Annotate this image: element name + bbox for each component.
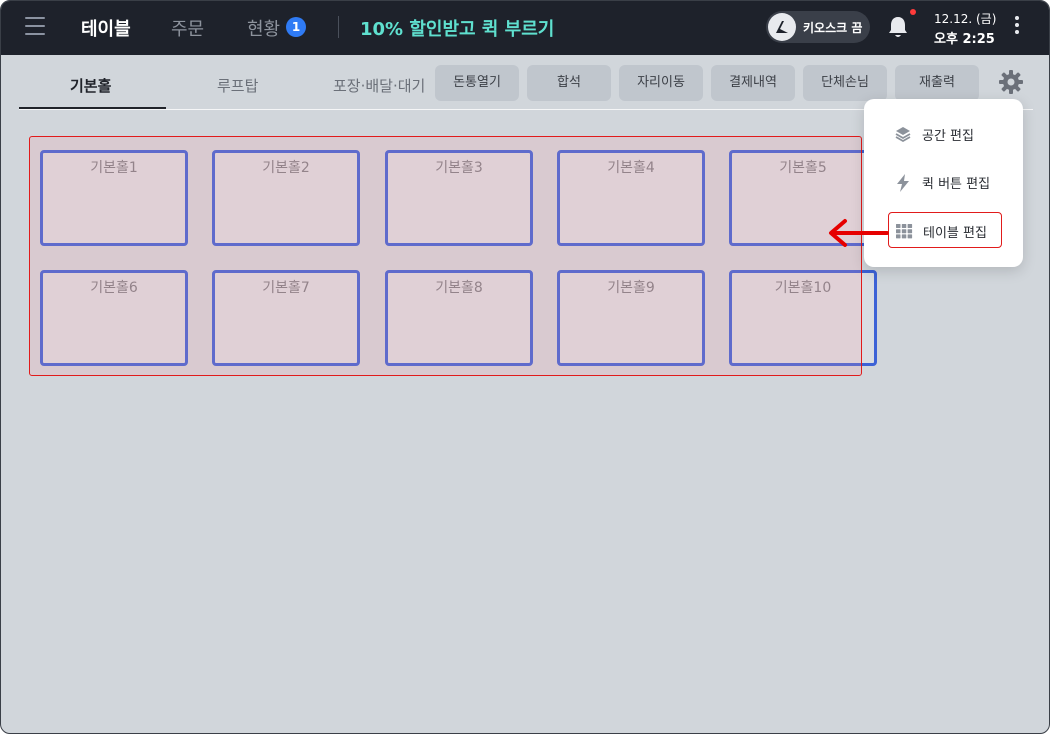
nav-tab-status[interactable]: 현황	[247, 15, 280, 41]
notification-dot	[910, 9, 916, 15]
layers-icon	[895, 127, 911, 143]
group-guests-button[interactable]: 단체손님	[803, 65, 887, 101]
table-card[interactable]: 기본홀4	[557, 150, 705, 246]
promo-link[interactable]: 10% 할인받고 퀵 부르기	[360, 15, 554, 41]
hamburger-menu-icon[interactable]	[25, 17, 45, 37]
table-card[interactable]: 기본홀2	[212, 150, 360, 246]
payment-history-button[interactable]: 결제내역	[711, 65, 795, 101]
move-seat-button[interactable]: 자리이동	[619, 65, 703, 101]
clock-date: 12.12. (금)	[934, 12, 997, 26]
lightning-icon	[897, 174, 909, 192]
table-name: 기본홀9	[607, 280, 655, 296]
table-name: 기본홀1	[90, 160, 138, 176]
gear-icon[interactable]	[998, 69, 1024, 95]
app-window: 테이블 주문 현황 1 10% 할인받고 퀵 부르기 키오스크 끔 12.12.…	[0, 0, 1050, 734]
space-edit-label: 공간 편집	[922, 129, 974, 144]
table-card[interactable]: 기본홀3	[385, 150, 533, 246]
zone-tab-rooftop[interactable]: 루프탑	[217, 75, 258, 96]
kiosk-toggle[interactable]: 키오스크 끔	[766, 11, 870, 43]
table-name: 기본홀5	[779, 160, 827, 176]
table-name: 기본홀3	[435, 160, 483, 176]
zone-tab-basic-hall[interactable]: 기본홀	[70, 75, 111, 96]
table-name: 기본홀7	[262, 280, 310, 296]
table-card[interactable]: 기본홀7	[212, 270, 360, 366]
settings-dropdown: 공간 편집 퀵 버튼 편집 테이블 편집	[864, 99, 1023, 267]
grid-icon	[896, 224, 913, 239]
nav-tab-table[interactable]: 테이블	[81, 15, 131, 41]
bell-icon[interactable]	[887, 15, 909, 39]
table-card[interactable]: 기본홀10	[729, 270, 877, 366]
kiosk-icon	[776, 21, 788, 33]
quick-button-edit-label: 퀵 버튼 편집	[922, 177, 991, 192]
clock-time: 오후 2:25	[934, 32, 995, 47]
table-name: 기본홀8	[435, 280, 483, 296]
table-name: 기본홀6	[90, 280, 138, 296]
nav-divider	[338, 16, 339, 38]
table-card[interactable]: 기본홀5	[729, 150, 877, 246]
quick-button-edit-menu-item[interactable]: 퀵 버튼 편집	[888, 164, 1002, 200]
table-name: 기본홀2	[262, 160, 310, 176]
merge-tables-button[interactable]: 합석	[527, 65, 611, 101]
table-name: 기본홀4	[607, 160, 655, 176]
table-card[interactable]: 기본홀1	[40, 150, 188, 246]
more-options-icon[interactable]	[1013, 16, 1021, 38]
status-count-badge: 1	[286, 17, 306, 37]
table-card[interactable]: 기본홀6	[40, 270, 188, 366]
space-edit-menu-item[interactable]: 공간 편집	[888, 116, 1002, 152]
table-edit-menu-item[interactable]: 테이블 편집	[888, 212, 1002, 248]
table-edit-label: 테이블 편집	[923, 226, 987, 241]
table-card[interactable]: 기본홀9	[557, 270, 705, 366]
reprint-button[interactable]: 재출력	[895, 65, 979, 101]
table-name: 기본홀10	[774, 280, 832, 296]
top-bar: 테이블 주문 현황 1 10% 할인받고 퀵 부르기 키오스크 끔 12.12.…	[1, 1, 1049, 55]
zone-tab-takeout[interactable]: 포장·배달·대기	[333, 75, 435, 96]
open-cash-drawer-button[interactable]: 돈통열기	[435, 65, 519, 101]
table-card[interactable]: 기본홀8	[385, 270, 533, 366]
kiosk-toggle-knob	[768, 13, 796, 41]
kiosk-toggle-label: 키오스크 끔	[803, 21, 863, 35]
nav-tab-order[interactable]: 주문	[171, 15, 204, 41]
